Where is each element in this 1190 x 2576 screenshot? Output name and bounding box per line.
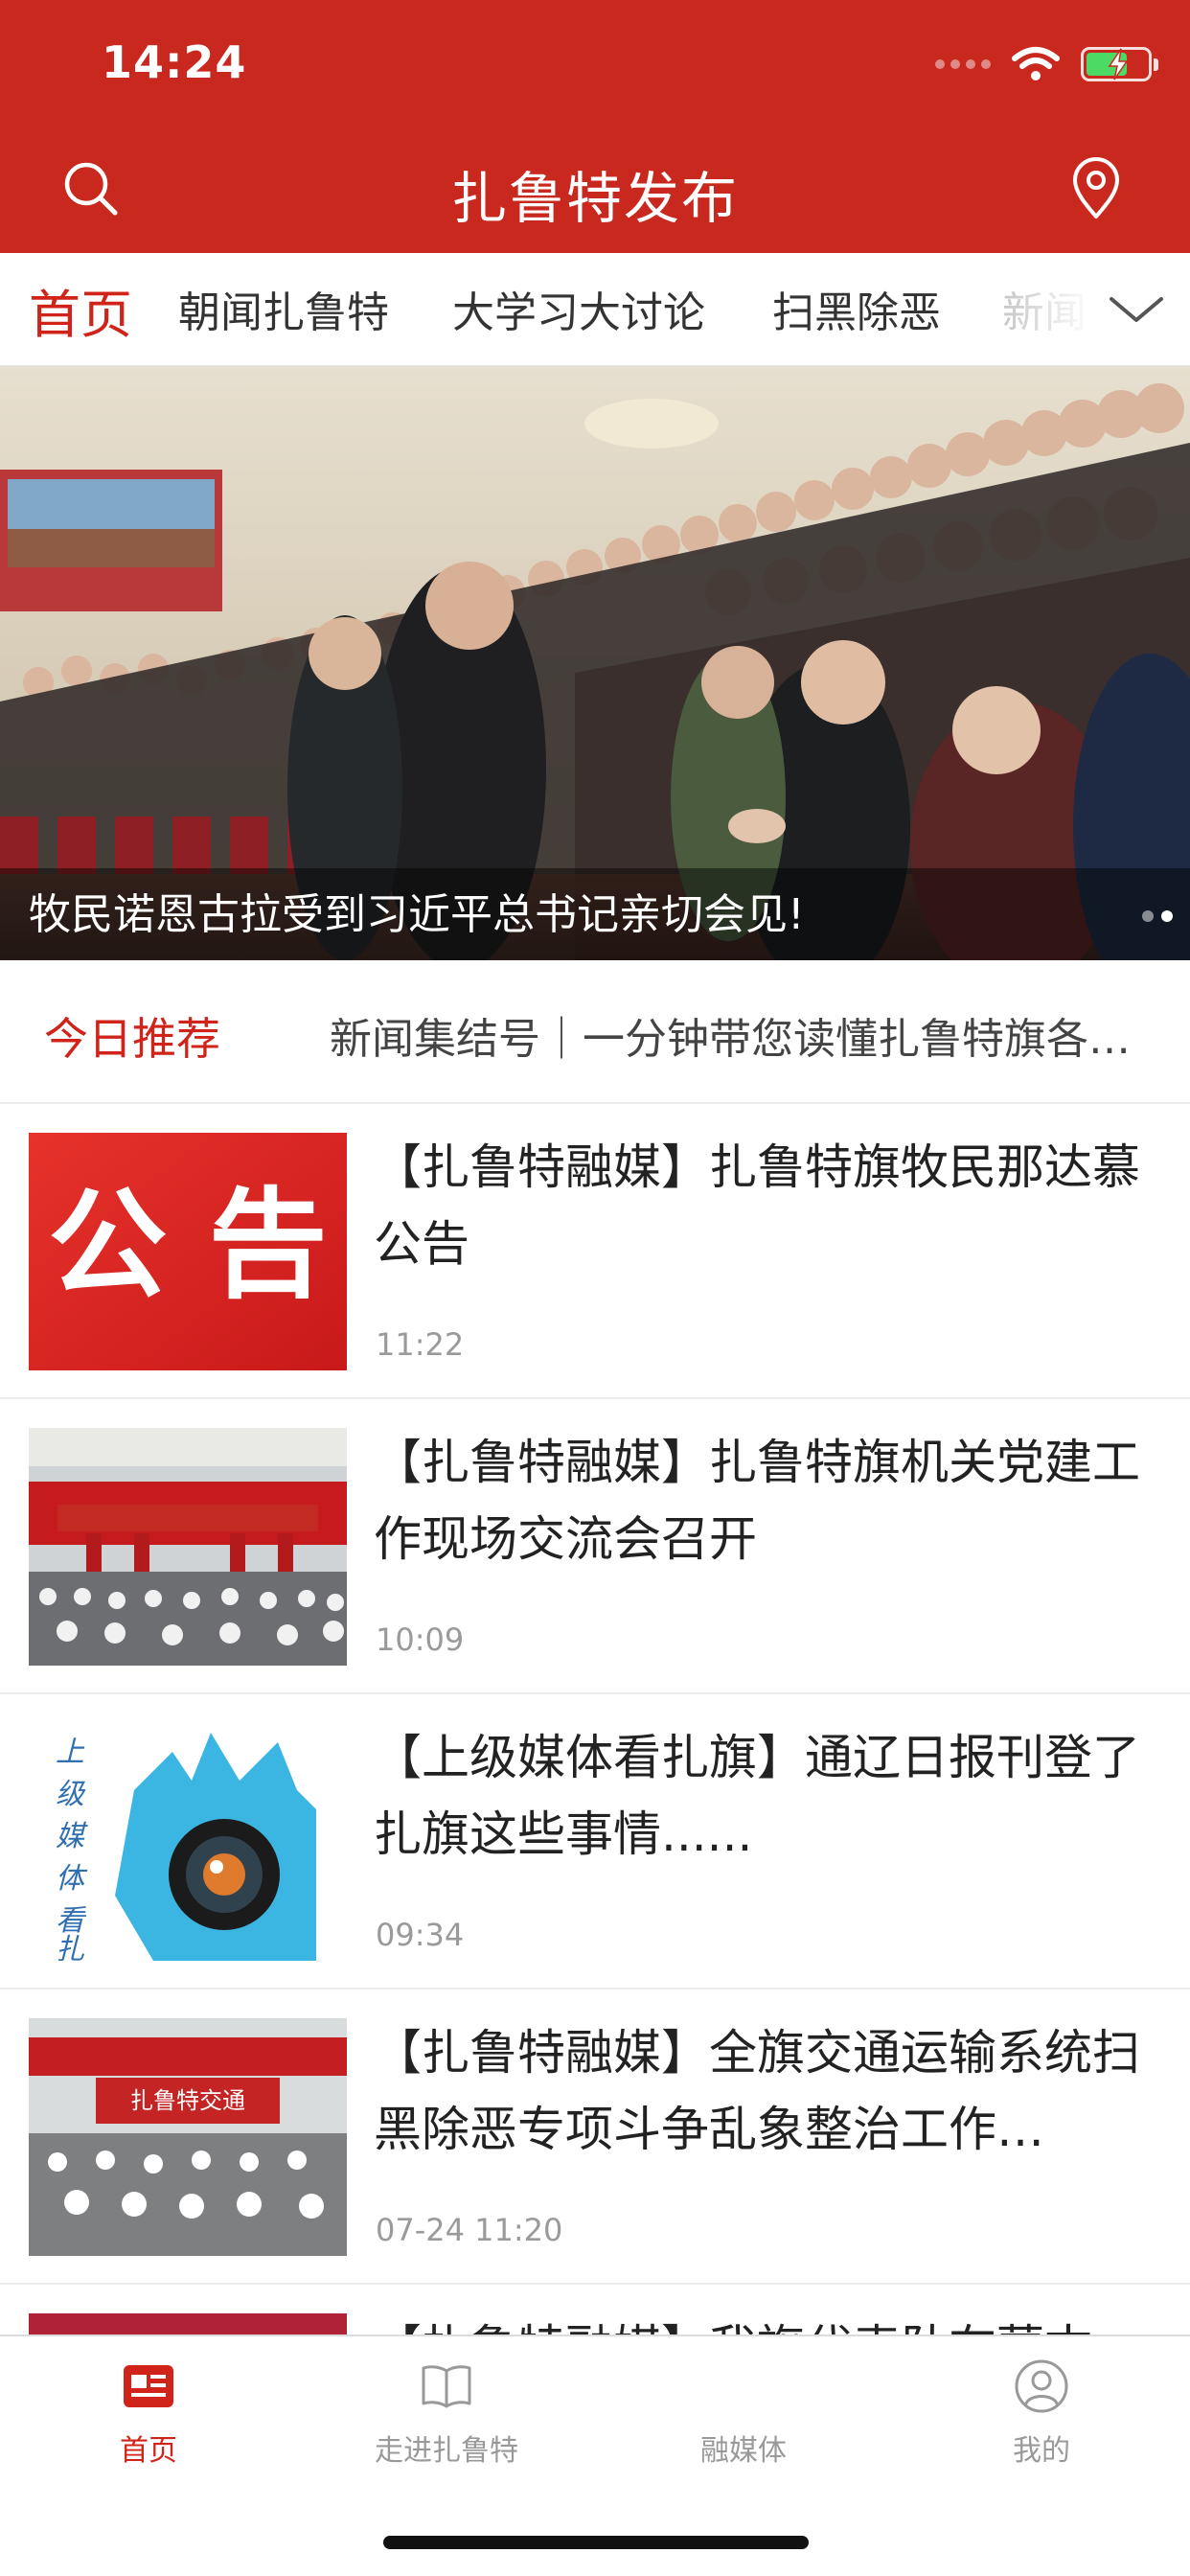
tab-anti-crime[interactable]: 扫黑除恶 [772,278,941,339]
news-thumbnail: 上级媒 体看扎 [29,1723,347,1961]
status-time: 14:24 [102,36,247,88]
tabbar-label: 走进扎鲁特 [375,2434,518,2468]
news-time: 11:22 [376,1326,465,1363]
news-title: 【上级媒体看扎旗】通辽日报刊登了扎旗这些事情...... [374,1730,1140,1862]
media-icon [715,2358,772,2415]
news-title: 【扎鲁特融媒】扎鲁特旗牧民那达慕公告 [374,1139,1140,1272]
tabbar-label: 我的 [1013,2434,1070,2468]
tab-study-discussion[interactable]: 大学习大讨论 [452,278,705,339]
hero-caption: 牧民诺恩古拉受到习近平总书记亲切会见! [29,890,805,939]
news-time: 10:09 [376,1622,465,1658]
tabbar-label: 首页 [120,2434,177,2468]
tabbar-item-media[interactable]: 融媒体 [648,2358,839,2492]
home-indicator[interactable] [383,2536,809,2549]
tabbar-item-profile[interactable]: 我的 [946,2358,1137,2492]
app-screen: 14:24 扎鲁特发布 首页 朝闻扎鲁特 大学习大讨论 扫黑除恶 牧民诺恩古拉受… [0,0,1190,2576]
tabbar-label: 融媒体 [700,2434,787,2468]
news-title: 【扎鲁特融媒】全旗交通运输系统扫黑除恶专项斗争乱象整治工作… [374,2025,1140,2157]
tabs-expand-button[interactable] [1083,253,1190,365]
news-thumbnail: 公 告 [29,1133,347,1370]
svg-text:级: 级 [56,1778,86,1811]
news-title: 【扎鲁特融媒】扎鲁特旗机关党建工作现场交流会召开 [374,1435,1140,1567]
news-item[interactable]: 公 告 【扎鲁特融媒】扎鲁特旗牧民那达慕公告 11:22 [0,1104,1190,1399]
svg-text:体: 体 [56,1862,88,1896]
user-profile-icon [1015,2359,1068,2413]
news-time: 09:34 [376,1917,465,1953]
transport-thumb-text: 扎鲁特交通 [130,2087,245,2114]
open-book-icon [422,2365,471,2408]
svg-text:媒: 媒 [56,1820,88,1853]
svg-text:扎: 扎 [56,1933,84,1961]
today-recommend-row[interactable]: 今日推荐 新闻集结号｜一分钟带您读懂扎鲁特旗各… [0,960,1190,1104]
news-item[interactable]: 【扎鲁特融媒】扎鲁特旗机关党建工作现场交流会召开 10:09 [0,1399,1190,1694]
location-pin-icon[interactable] [1067,153,1125,222]
page-title: 扎鲁特发布 [450,166,739,231]
newspaper-icon [124,2365,173,2407]
news-item[interactable]: 扎鲁特交通 【扎鲁特融媒】全旗交通运输系统扫黑除恶专项斗争乱象整治工作… 07-… [0,1990,1190,2285]
tab-fade-mask [979,253,1094,365]
news-item[interactable]: 上级媒 体看扎 【上级媒体看扎旗】通辽日报刊登了扎旗这些事情...... 09:… [0,1694,1190,1990]
chevron-down-icon [1110,297,1163,322]
battery-icon [1081,47,1158,81]
app-header: 14:24 扎鲁特发布 [0,0,1190,253]
cellular-signal-icon [935,59,991,69]
news-time: 07-24 11:20 [376,2212,563,2248]
tabbar-item-about[interactable]: 走进扎鲁特 [351,2358,542,2492]
channel-tabs: 首页 朝闻扎鲁特 大学习大讨论 扫黑除恶 新闻 [0,253,1190,366]
status-icons [935,40,1158,88]
recommend-label: 今日推荐 [44,1013,220,1065]
news-thumbnail [29,1428,347,1666]
notice-thumb-text: 公 告 [48,1177,327,1315]
svg-text:上: 上 [56,1736,85,1769]
bottom-tab-bar: 首页 走进扎鲁特 融媒体 我的 [0,2334,1190,2576]
tab-home[interactable]: 首页 [29,272,132,348]
recommend-headline[interactable]: 新闻集结号｜一分钟带您读懂扎鲁特旗各… [330,1004,1154,1066]
wifi-icon [1012,47,1060,80]
tab-morning-news[interactable]: 朝闻扎鲁特 [178,278,389,339]
hero-banner[interactable]: 牧民诺恩古拉受到习近平总书记亲切会见! [0,366,1190,960]
news-thumbnail: 扎鲁特交通 [29,2018,347,2256]
tabbar-item-home[interactable]: 首页 [53,2358,244,2492]
carousel-indicator [1142,910,1173,922]
